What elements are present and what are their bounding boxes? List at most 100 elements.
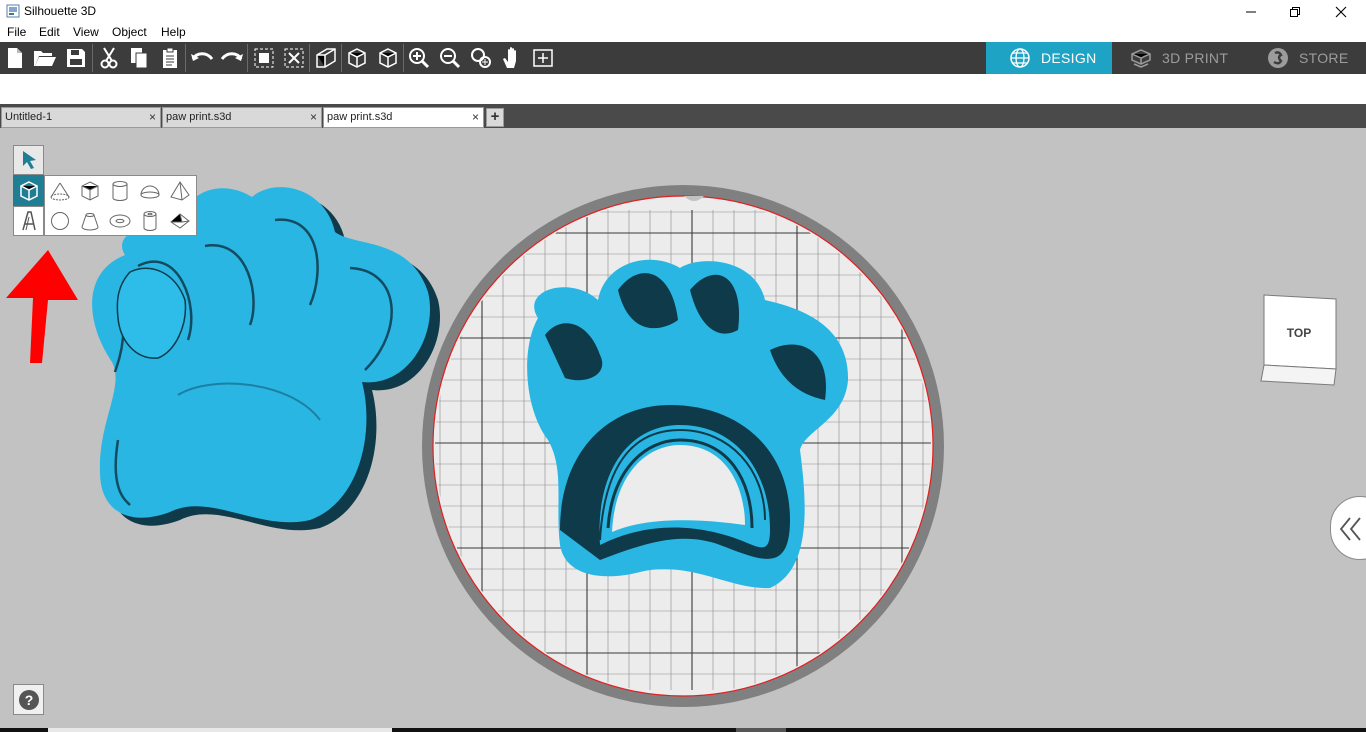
menu-help[interactable]: Help	[161, 25, 186, 39]
perspective-button[interactable]	[313, 45, 339, 71]
app-logo-icon	[6, 4, 20, 18]
paste-icon	[163, 47, 177, 68]
view-side-button[interactable]	[375, 45, 401, 71]
wedge-icon	[170, 213, 190, 229]
group-button[interactable]	[251, 45, 277, 71]
question-mark-icon: ?	[18, 689, 39, 710]
paste-button[interactable]	[157, 45, 183, 71]
store-logo-icon	[1268, 48, 1288, 68]
app-title: Silhouette 3D	[24, 4, 97, 18]
paw-shape-left[interactable]	[92, 187, 441, 531]
title-bar: Silhouette 3D	[0, 0, 1366, 24]
3d-shapes-tool-button[interactable]	[13, 175, 44, 206]
pan-hand-icon	[503, 47, 516, 68]
options-bar	[0, 74, 1366, 104]
open-folder-icon	[34, 51, 56, 66]
tab-store[interactable]: STORE	[1240, 42, 1366, 74]
hemisphere-icon	[140, 185, 160, 199]
view-cube-icon: TOP	[1260, 294, 1337, 386]
pyramid-shape-button[interactable]	[165, 176, 195, 206]
save-button[interactable]	[63, 45, 89, 71]
doc-tab-untitled-1[interactable]: Untitled-1 ×	[1, 107, 161, 128]
fit-to-screen-button[interactable]	[530, 45, 556, 71]
close-tab-icon[interactable]: ×	[149, 108, 156, 127]
open-button[interactable]	[32, 45, 58, 71]
select-tool-button[interactable]	[13, 145, 44, 175]
globe-icon	[1010, 48, 1030, 68]
help-button[interactable]: ?	[13, 684, 44, 715]
zoom-in-button[interactable]	[406, 45, 432, 71]
new-file-button[interactable]	[2, 45, 28, 71]
text-a-icon	[21, 211, 36, 231]
close-window-button[interactable]	[1318, 0, 1364, 24]
save-icon	[67, 49, 85, 67]
group-icon	[254, 48, 274, 68]
zoom-in-icon	[409, 48, 430, 69]
view-cube-face-label: TOP	[1287, 326, 1311, 340]
shape-library-panel	[44, 175, 197, 236]
tab-3d-print-label: 3D PRINT	[1162, 50, 1229, 66]
scene-viewport	[6, 185, 944, 707]
frustum-shape-button[interactable]	[75, 206, 105, 236]
menu-edit[interactable]: Edit	[39, 25, 60, 39]
undo-icon	[191, 52, 214, 61]
restore-icon	[1290, 7, 1300, 17]
doc-tab-label: paw print.s3d	[166, 111, 232, 123]
view-front-icon	[348, 48, 366, 68]
ungroup-icon	[284, 48, 304, 68]
3d-print-icon	[1131, 49, 1151, 68]
doc-tab-paw-print-1[interactable]: paw print.s3d ×	[162, 107, 322, 128]
minimize-button[interactable]	[1228, 0, 1274, 24]
tab-design[interactable]: DESIGN	[986, 42, 1112, 74]
view-front-button[interactable]	[344, 45, 370, 71]
tube-shape-button[interactable]	[135, 206, 165, 236]
menu-file[interactable]: File	[7, 25, 26, 39]
wedge-shape-button[interactable]	[165, 206, 195, 236]
restore-button[interactable]	[1272, 0, 1318, 24]
document-tab-strip: Untitled-1 × paw print.s3d × paw print.s…	[0, 104, 1366, 128]
doc-tab-paw-print-2[interactable]: paw print.s3d ×	[323, 107, 484, 128]
copy-button[interactable]	[126, 45, 152, 71]
copy-icon	[131, 48, 148, 69]
ungroup-button[interactable]	[281, 45, 307, 71]
view-cube[interactable]: TOP	[1258, 293, 1340, 394]
doc-tab-label: paw print.s3d	[327, 111, 393, 123]
cut-icon	[100, 47, 118, 69]
cone-shape-button[interactable]	[45, 176, 75, 206]
zoom-out-button[interactable]	[437, 45, 463, 71]
perspective-icon	[316, 48, 336, 68]
zoom-out-icon	[440, 48, 461, 69]
new-file-icon	[8, 48, 22, 68]
menu-view[interactable]: View	[73, 25, 99, 39]
cone-icon	[50, 182, 70, 201]
cylinder-shape-button[interactable]	[105, 176, 135, 206]
menu-object[interactable]: Object	[112, 25, 147, 39]
os-taskbar	[0, 728, 1366, 732]
sphere-shape-button[interactable]	[45, 206, 75, 236]
text-tool-button[interactable]	[13, 206, 44, 236]
torus-shape-button[interactable]	[105, 206, 135, 236]
minimize-icon	[1246, 11, 1256, 13]
close-tab-icon[interactable]: ×	[472, 108, 479, 127]
pan-button[interactable]	[499, 45, 525, 71]
tab-store-label: STORE	[1299, 50, 1349, 66]
cube-shape-button[interactable]	[75, 176, 105, 206]
sphere-icon	[51, 212, 69, 230]
main-toolbar: DESIGN 3D PRINT STORE	[0, 42, 1366, 74]
tube-icon	[143, 211, 157, 231]
fit-to-screen-icon	[533, 49, 553, 67]
cylinder-icon	[112, 181, 128, 201]
close-tab-icon[interactable]: ×	[310, 108, 317, 127]
pointer-arrow-icon	[22, 151, 36, 169]
cube-icon	[19, 180, 38, 201]
undo-button[interactable]	[189, 45, 215, 71]
tab-3d-print[interactable]: 3D PRINT	[1112, 42, 1240, 74]
redo-button[interactable]	[219, 45, 245, 71]
zoom-fit-button[interactable]	[468, 45, 494, 71]
hemisphere-shape-button[interactable]	[135, 176, 165, 206]
pyramid-icon	[170, 181, 190, 201]
cut-button[interactable]	[96, 45, 122, 71]
workspace-canvas[interactable]: TOP	[0, 128, 1366, 728]
add-tab-button[interactable]: +	[486, 108, 504, 127]
redo-icon	[220, 52, 243, 61]
